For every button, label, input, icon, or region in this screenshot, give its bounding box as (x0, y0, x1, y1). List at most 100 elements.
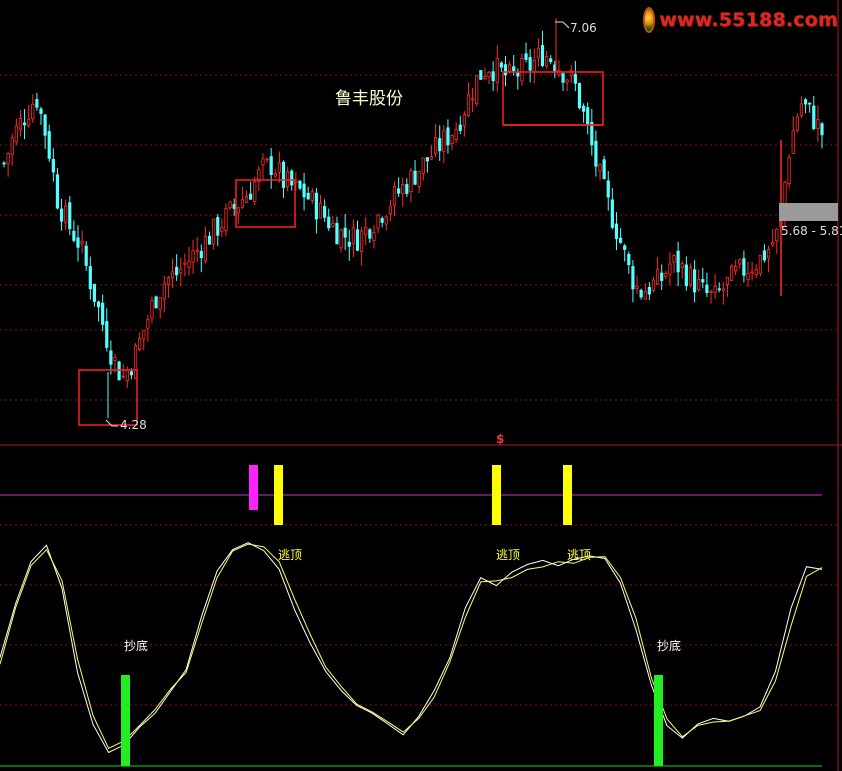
up-candle (471, 98, 475, 101)
up-candle (697, 279, 701, 291)
up-candle (146, 319, 150, 329)
down-candle (820, 123, 824, 136)
down-candle (762, 250, 767, 261)
down-candle (68, 202, 72, 230)
down-candle (602, 159, 606, 180)
down-candle (343, 227, 347, 238)
up-candle (487, 71, 491, 78)
down-candle (631, 266, 635, 290)
up-candle (429, 156, 434, 160)
down-candle (627, 253, 631, 266)
down-candle (524, 53, 528, 60)
up-candle (261, 158, 265, 166)
up-candle (758, 254, 762, 274)
up-candle (442, 130, 446, 152)
down-candle (606, 180, 610, 198)
sell-signal-label: 逃顶 (278, 548, 302, 562)
down-candle (581, 105, 586, 112)
range-label: 5.68 - 5.81 (781, 224, 842, 238)
up-candle (754, 269, 758, 275)
down-candle (573, 73, 577, 84)
down-candle (298, 180, 302, 189)
down-candle (302, 183, 306, 198)
down-candle (528, 57, 532, 71)
up-candle (409, 170, 413, 193)
up-candle (31, 103, 35, 120)
down-candle (207, 235, 212, 245)
highlight-box (235, 179, 296, 228)
up-candle (536, 47, 540, 59)
down-candle (586, 107, 590, 126)
up-candle (195, 249, 199, 252)
candlestick-series (2, 18, 824, 418)
up-candle (384, 216, 388, 225)
down-candle (623, 245, 627, 250)
up-candle (236, 207, 240, 214)
up-candle (392, 186, 397, 206)
up-candle (729, 265, 734, 282)
up-candle (672, 255, 676, 263)
sell-signal-label: 逃顶 (567, 548, 591, 562)
up-candle (787, 156, 791, 185)
down-candle (154, 296, 158, 309)
watermark-site-text: www.55188.com (659, 9, 838, 31)
down-candle (561, 73, 565, 83)
high-price-label: 7.06 (570, 21, 597, 35)
down-candle (43, 114, 47, 136)
down-candle (701, 279, 705, 283)
up-candle (421, 157, 425, 174)
up-candle (14, 125, 18, 143)
sell-signal-bar (563, 465, 572, 525)
up-candle (766, 249, 771, 259)
down-candle (117, 361, 121, 381)
up-candle (183, 262, 187, 265)
down-candle (647, 287, 651, 295)
down-candle (479, 70, 483, 80)
down-candle (503, 64, 508, 76)
down-candle (269, 156, 273, 175)
up-candle (775, 228, 779, 242)
down-candle (397, 188, 401, 194)
down-candle (705, 284, 709, 294)
up-candle (520, 58, 524, 82)
down-candle (306, 192, 310, 200)
up-candle (310, 191, 314, 201)
high-price-marker: 7.06 (555, 21, 597, 35)
up-candle (331, 222, 335, 227)
low-price-label: 4.28 (120, 418, 147, 432)
down-candle (676, 250, 680, 273)
down-candle (59, 208, 64, 222)
down-candle (92, 283, 97, 302)
down-candle (88, 266, 92, 290)
down-candle (458, 124, 462, 131)
down-candle (549, 58, 553, 63)
down-candle (610, 199, 614, 228)
indicator-marker: $ (496, 432, 504, 446)
down-candle (425, 157, 429, 162)
up-candle (220, 226, 224, 232)
up-candle (372, 232, 376, 242)
up-candle (750, 271, 754, 274)
down-candle (35, 99, 39, 108)
up-candle (166, 277, 171, 286)
up-candle (179, 268, 183, 274)
up-candle (158, 297, 162, 311)
up-candle (434, 137, 438, 155)
up-candle (224, 208, 228, 231)
down-candle (368, 229, 372, 239)
up-candle (191, 250, 195, 263)
grid-lines (0, 0, 842, 771)
up-candle (113, 356, 117, 362)
up-candle (360, 230, 364, 252)
up-candle (483, 76, 487, 80)
down-candle (491, 71, 495, 82)
up-candle (795, 116, 799, 131)
up-candle (417, 171, 421, 187)
down-candle (594, 140, 598, 167)
up-candle (664, 272, 668, 277)
up-candle (713, 285, 717, 293)
up-candle (277, 162, 282, 173)
down-candle (516, 72, 520, 77)
up-candle (64, 205, 68, 224)
chart-canvas: 鲁丰股份 7.06 4.28 5.68 - 5.81 $ 逃顶 逃顶 逃顶 抄底… (0, 0, 842, 771)
